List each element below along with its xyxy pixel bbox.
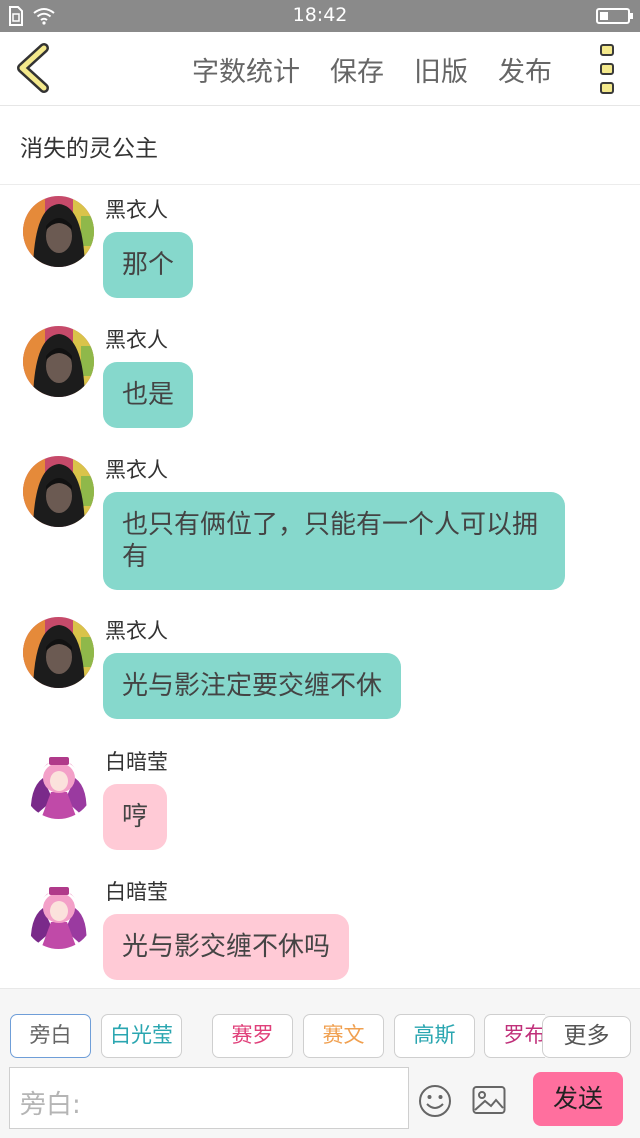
story-title-row[interactable]: 消失的灵公主 (0, 107, 640, 185)
character-chip[interactable]: 赛文 (303, 1014, 384, 1058)
image-button[interactable] (472, 1085, 506, 1115)
hooded-figure-avatar[interactable] (23, 326, 94, 397)
old-version-button[interactable]: 旧版 (414, 50, 468, 89)
status-bar: 18:42 (0, 0, 640, 32)
character-chip-narrator[interactable]: 旁白 (10, 1014, 91, 1058)
speaker-name: 白暗莹 (105, 880, 168, 904)
character-chip[interactable]: 白光莹 (101, 1014, 182, 1058)
character-selector: 旁白 白光莹 赛罗 赛文 高斯 罗布 (10, 1014, 545, 1060)
emoji-button[interactable] (418, 1084, 452, 1118)
hooded-figure-avatar[interactable] (23, 456, 94, 527)
hooded-figure-avatar[interactable] (23, 196, 94, 267)
menu-dot-icon (600, 82, 614, 94)
top-nav: 字数统计 保存 旧版 发布 (0, 32, 640, 106)
message-bubble[interactable]: 光与影注定要交缠不休 (103, 653, 402, 719)
nav-actions: 字数统计 保存 旧版 发布 (192, 32, 552, 106)
message-bubble[interactable]: 光与影交缠不休吗 (103, 914, 350, 980)
message-bubble[interactable]: 也是 (103, 362, 194, 428)
message-bubble[interactable]: 也只有俩位了，只能有一个人可以拥有 (103, 492, 565, 590)
pink-hair-girl-avatar[interactable] (23, 748, 94, 819)
more-characters-button[interactable]: 更多 (542, 1016, 631, 1058)
message-bubble[interactable]: 哼 (103, 784, 168, 850)
save-button[interactable]: 保存 (330, 50, 384, 89)
message-bubble[interactable]: 那个 (103, 232, 194, 298)
chat-area[interactable]: 黑衣人 那个 黑衣人 也是 黑衣人 也只有俩位了，只能有一个人可以拥有 黑衣人 … (0, 186, 640, 988)
battery-level (600, 12, 608, 20)
pink-hair-girl-avatar[interactable] (23, 878, 94, 949)
speaker-name: 黑衣人 (105, 619, 168, 643)
speaker-name: 黑衣人 (105, 198, 168, 222)
hooded-figure-avatar[interactable] (23, 617, 94, 688)
story-title: 消失的灵公主 (20, 136, 158, 162)
speaker-name: 黑衣人 (105, 328, 168, 352)
send-button[interactable]: 发送 (533, 1072, 623, 1126)
publish-button[interactable]: 发布 (498, 50, 552, 89)
character-chip[interactable]: 高斯 (394, 1014, 475, 1058)
menu-dot-icon (600, 44, 614, 56)
image-icon (472, 1086, 506, 1114)
composer-bar: 旁白 白光莹 赛罗 赛文 高斯 罗布 更多 旁白: 发送 (0, 988, 640, 1138)
menu-dot-icon (600, 63, 614, 75)
battery-icon (596, 8, 633, 24)
message-input[interactable]: 旁白: (9, 1067, 409, 1129)
chevron-left-icon (17, 43, 49, 93)
character-chip[interactable]: 赛罗 (212, 1014, 293, 1058)
more-menu-button[interactable] (600, 44, 614, 94)
speaker-name: 黑衣人 (105, 458, 168, 482)
smiley-icon (419, 1085, 451, 1117)
character-chip[interactable]: 罗布 (484, 1014, 545, 1058)
word-count-button[interactable]: 字数统计 (192, 50, 300, 89)
speaker-name: 白暗莹 (105, 750, 168, 774)
back-button[interactable] (14, 42, 54, 94)
status-time: 18:42 (292, 4, 348, 26)
